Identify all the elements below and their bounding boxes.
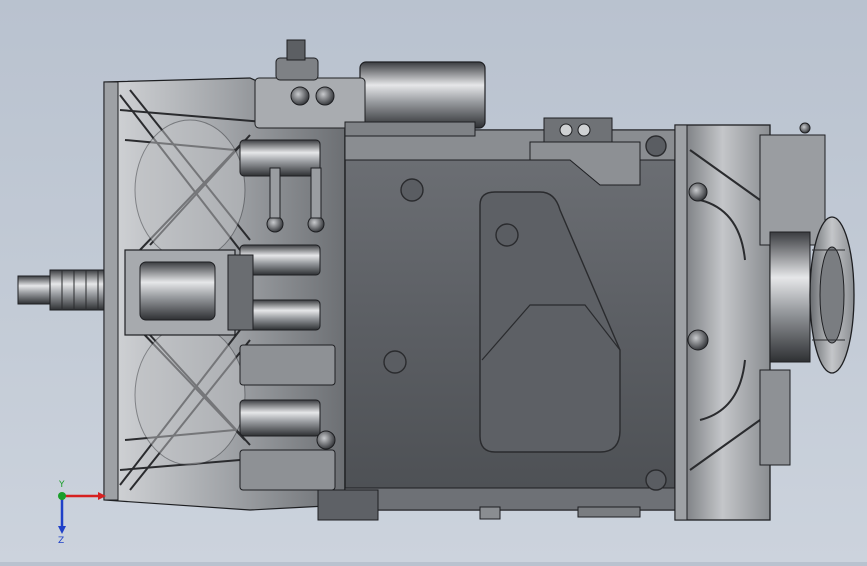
input-shaft[interactable] bbox=[17, 269, 107, 311]
triad-z-label: Z bbox=[58, 536, 64, 546]
triad-y-label: Y bbox=[58, 480, 65, 490]
triad-axes: Y Z bbox=[58, 480, 106, 546]
gearbox-model[interactable] bbox=[0, 0, 867, 562]
release-bearing[interactable] bbox=[124, 249, 254, 336]
cad-viewport[interactable]: Y Z bbox=[0, 0, 867, 562]
triad-y-axis bbox=[58, 492, 66, 500]
drain-bolt[interactable] bbox=[316, 430, 336, 450]
main-housing[interactable] bbox=[317, 129, 676, 521]
shift-actuator[interactable] bbox=[254, 39, 486, 137]
triad-z-arrow bbox=[58, 526, 66, 534]
triad-x-arrow bbox=[98, 492, 106, 500]
coordinate-triad: Y Z bbox=[40, 478, 120, 548]
